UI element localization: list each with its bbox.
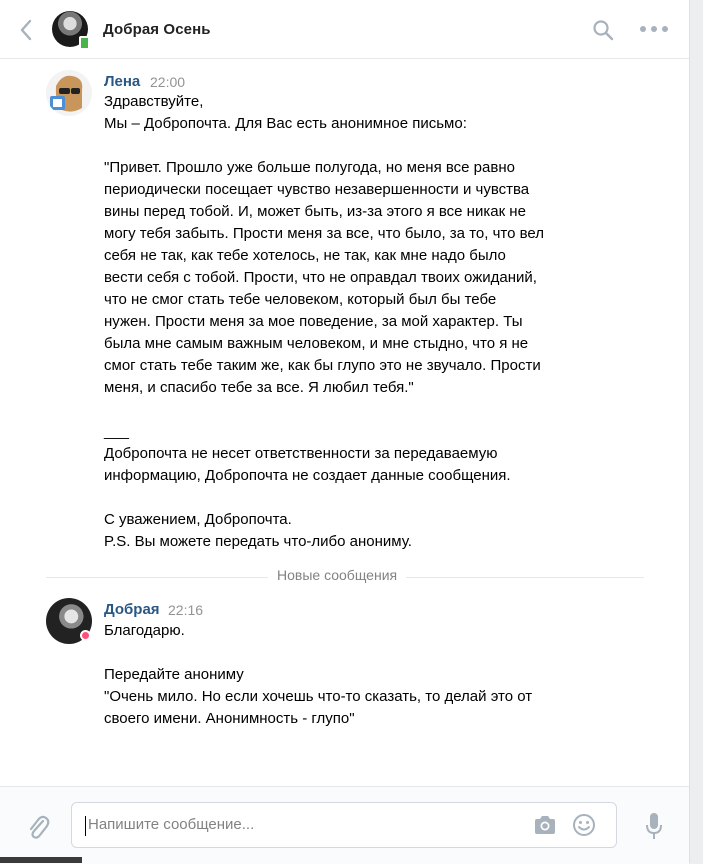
dot	[640, 26, 646, 32]
camera-icon[interactable]	[533, 814, 557, 836]
chat-header: Добрая Осень	[0, 0, 689, 59]
message-time[interactable]: 22:00	[150, 74, 185, 90]
avatar[interactable]	[46, 70, 92, 116]
message-text: Здравствуйте, Мы – Добропочта. Для Вас е…	[104, 93, 544, 550]
dot	[662, 26, 668, 32]
paperclip-icon[interactable]	[25, 813, 51, 841]
message-input-placeholder[interactable]: Напишите сообщение...	[88, 816, 254, 833]
message-text: Благодарю. Передайте анониму "Очень мило…	[104, 622, 533, 727]
chat-panel: Добрая Осень Лена 22:00 Здравствуйте, Мы…	[0, 0, 690, 864]
message-author[interactable]: Добрая	[104, 601, 160, 618]
microphone-icon[interactable]	[644, 811, 664, 841]
search-icon[interactable]	[592, 19, 614, 41]
new-messages-label: Новые сообщения	[268, 567, 407, 583]
dot	[651, 26, 657, 32]
smile-icon[interactable]	[572, 813, 596, 837]
more-icon[interactable]	[640, 26, 668, 34]
chat-title[interactable]: Добрая Осень	[103, 21, 211, 38]
online-indicator-icon	[80, 630, 91, 641]
message-time[interactable]: 22:16	[168, 602, 203, 618]
mobile-online-icon	[79, 36, 90, 50]
back-arrow-icon[interactable]	[17, 18, 37, 42]
text-cursor	[85, 816, 86, 836]
cartoon-avatar-icon	[46, 70, 92, 116]
message-author[interactable]: Лена	[104, 73, 140, 90]
scrollbar[interactable]	[0, 857, 82, 863]
